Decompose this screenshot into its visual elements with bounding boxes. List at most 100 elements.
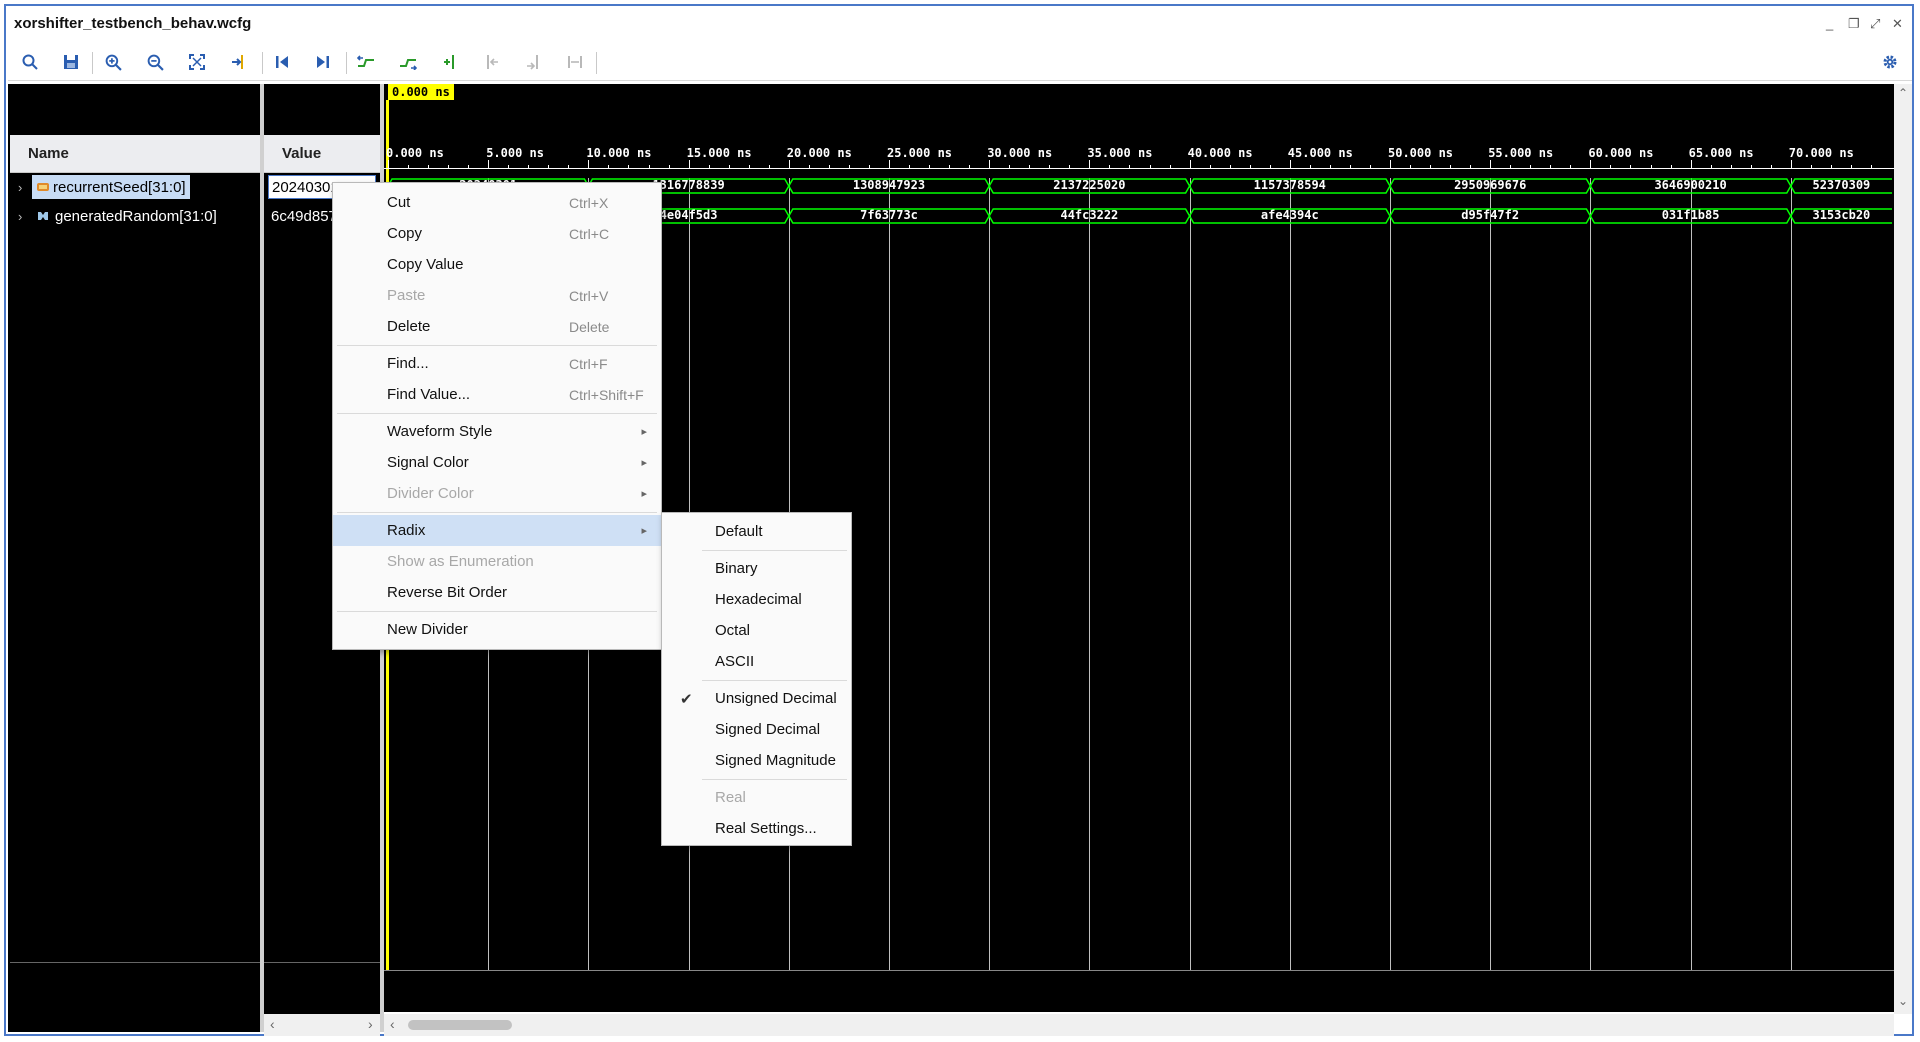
time-minor-tick	[1269, 165, 1271, 169]
menu-item-find[interactable]: Find... Ctrl+F	[333, 348, 661, 379]
menu-item-paste[interactable]: Paste Ctrl+V	[333, 280, 661, 311]
restore-icon[interactable]: ❐	[1848, 16, 1860, 32]
time-minor-tick	[708, 165, 710, 169]
menu-item-new-divider[interactable]: New Divider	[333, 614, 661, 645]
expand-chevron-icon[interactable]: ›	[18, 180, 32, 195]
radix-item-unsigned-decimal[interactable]: ✔ Unsigned Decimal	[662, 683, 851, 714]
bus-value-label: 3646900210	[1654, 178, 1727, 192]
previous-marker-icon[interactable]	[478, 48, 506, 76]
signal-name: generatedRandom[31:0]	[55, 207, 217, 225]
menu-item-delete[interactable]: Delete Delete	[333, 311, 661, 342]
time-minor-tick	[1510, 165, 1512, 169]
goto-cursor-icon[interactable]	[225, 48, 253, 76]
time-tick-mark	[989, 160, 991, 169]
menu-item-reverse-bit-order[interactable]: Reverse Bit Order	[333, 577, 661, 608]
menu-item-waveform-style[interactable]: Waveform Style ▸	[333, 416, 661, 447]
time-tick-label: 65.000 ns	[1688, 146, 1754, 160]
menu-item-cut[interactable]: Cut Ctrl+X	[333, 187, 661, 218]
time-minor-tick	[909, 165, 911, 169]
menu-item-shortcut: Ctrl+Shift+F	[569, 386, 644, 403]
next-marker-icon[interactable]	[519, 48, 547, 76]
maximize-icon[interactable]: ⤢	[1870, 16, 1880, 32]
radix-item-default[interactable]: Default	[662, 516, 851, 547]
scrollbar-thumb[interactable]	[408, 1020, 512, 1030]
menu-item-shortcut: Ctrl+F	[569, 355, 608, 372]
time-tick-label: 40.000 ns	[1187, 146, 1253, 160]
previous-transition-icon[interactable]	[352, 48, 380, 76]
search-icon[interactable]	[16, 48, 44, 76]
value-column-header[interactable]: Value	[264, 135, 380, 173]
menu-item-label: Real Settings...	[715, 820, 817, 837]
time-minor-tick	[1209, 165, 1211, 169]
zoom-fit-icon[interactable]	[183, 48, 211, 76]
expand-chevron-icon[interactable]: ›	[18, 209, 32, 224]
menu-item-label: Waveform Style	[387, 423, 493, 440]
minimize-icon[interactable]: _	[1826, 16, 1833, 31]
bus-value-label: 2137225020	[1053, 178, 1126, 192]
pane-splitter[interactable]	[260, 84, 264, 1032]
menu-item-divider-color[interactable]: Divider Color ▸	[333, 478, 661, 509]
signal-row-generated-random[interactable]: › generatedRandom[31:0]	[18, 204, 217, 228]
bus-value-label: 031f1b85	[1661, 208, 1720, 222]
menu-item-label: Unsigned Decimal	[715, 690, 837, 707]
time-gridline	[1790, 178, 1792, 970]
menu-item-copy[interactable]: Copy Ctrl+C	[333, 218, 661, 249]
time-minor-tick	[868, 165, 870, 169]
time-gridline	[1390, 178, 1391, 970]
time-minor-tick	[808, 165, 810, 169]
time-minor-tick	[1830, 165, 1832, 169]
submenu-arrow-icon: ▸	[641, 488, 647, 500]
gear-icon[interactable]	[1876, 48, 1904, 76]
time-minor-tick	[1810, 165, 1812, 169]
menu-item-radix[interactable]: Radix ▸	[333, 515, 661, 546]
radix-item-binary[interactable]: Binary	[662, 553, 851, 584]
menu-item-signal-color[interactable]: Signal Color ▸	[333, 447, 661, 478]
time-minor-tick	[428, 165, 430, 169]
radix-item-octal[interactable]: Octal	[662, 615, 851, 646]
vertical-scrollbar[interactable]: ⌃ ⌄	[1894, 84, 1912, 1014]
checkmark-icon: ✔	[680, 690, 693, 708]
save-icon[interactable]	[57, 48, 85, 76]
time-gridline	[1189, 178, 1191, 970]
name-column-header[interactable]: Name	[10, 135, 260, 173]
zoom-out-icon[interactable]	[141, 48, 169, 76]
waveform-horizontal-scrollbar[interactable]: ‹	[384, 1014, 1894, 1036]
time-minor-tick	[1870, 165, 1872, 169]
go-to-start-icon[interactable]	[268, 48, 296, 76]
menu-item-label: Find Value...	[387, 386, 471, 403]
menu-item-copy-value[interactable]: Copy Value	[333, 249, 661, 280]
swap-cursors-icon[interactable]	[561, 48, 589, 76]
time-minor-tick	[1730, 165, 1732, 169]
menu-item-show-as-enumeration[interactable]: Show as Enumeration	[333, 546, 661, 577]
time-ruler-line	[384, 168, 1894, 169]
submenu-arrow-icon: ▸	[641, 457, 647, 469]
close-icon[interactable]: ✕	[1892, 16, 1903, 32]
radix-item-signed-magnitude[interactable]: Signed Magnitude	[662, 745, 851, 776]
menu-item-label: New Divider	[387, 621, 468, 638]
time-minor-tick	[568, 165, 570, 169]
go-to-end-icon[interactable]	[309, 48, 337, 76]
radix-item-hexadecimal[interactable]: Hexadecimal	[662, 584, 851, 615]
menu-item-find-value[interactable]: Find Value... Ctrl+Shift+F	[333, 379, 661, 410]
zoom-in-icon[interactable]	[99, 48, 127, 76]
submenu-arrow-icon: ▸	[641, 525, 647, 537]
radix-submenu: Default Binary Hexadecimal Octal ASCII ✔ Unsig…	[661, 512, 852, 846]
time-minor-tick	[1129, 165, 1131, 169]
radix-item-real[interactable]: Real	[662, 782, 851, 813]
radix-item-real-settings[interactable]: Real Settings...	[662, 813, 851, 844]
menu-separator	[337, 512, 657, 513]
bus-value-label: 2950969676	[1454, 178, 1527, 192]
radix-item-signed-decimal[interactable]: Signed Decimal	[662, 714, 851, 745]
add-marker-icon[interactable]	[436, 48, 464, 76]
menu-item-label: Binary	[715, 560, 758, 577]
signal-row-recurrent-seed[interactable]: › recurrentSeed[31:0]	[18, 175, 190, 199]
cursor-time-label[interactable]: 0.000 ns	[388, 84, 454, 100]
time-tick-label: 55.000 ns	[1488, 146, 1554, 160]
time-minor-tick	[528, 165, 530, 169]
value-horizontal-scrollbar[interactable]: ‹ ›	[264, 1014, 380, 1036]
time-minor-tick	[1329, 165, 1331, 169]
time-tick-label: 0.000 ns	[386, 146, 444, 160]
time-gridline	[1690, 178, 1692, 970]
radix-item-ascii[interactable]: ASCII	[662, 646, 851, 677]
next-transition-icon[interactable]	[394, 48, 422, 76]
